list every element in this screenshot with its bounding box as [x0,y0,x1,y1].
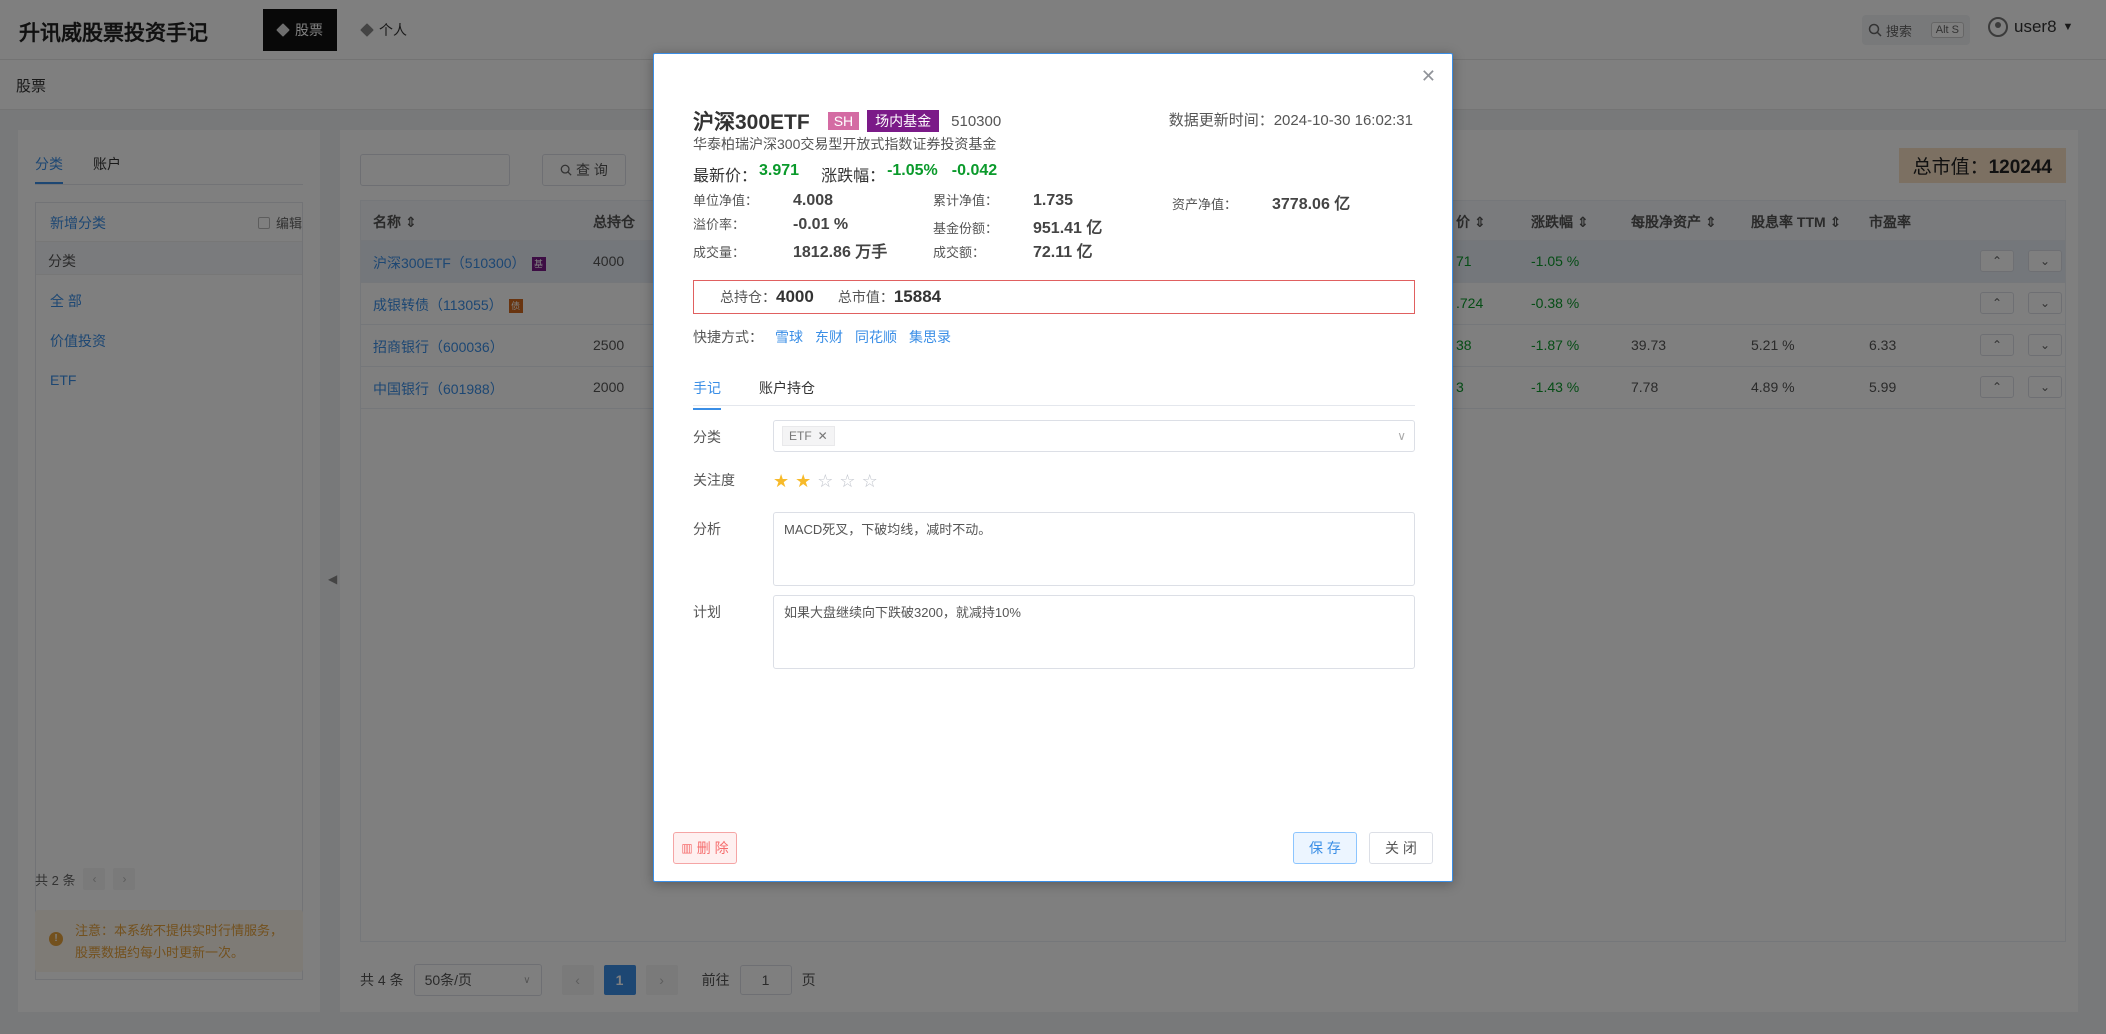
attention-rating[interactable]: ★ ★ ☆ ☆ ☆ [773,471,878,492]
analysis-label: 分析 [693,521,721,537]
plan-textarea[interactable]: 如果大盘继续向下跌破3200，就减持10% [773,595,1415,669]
stat-asset-nav: 资产净值： 3778.06 亿 [1172,196,1351,213]
change-amount: -0.042 [951,162,998,179]
quick-label: 快捷方式： [693,329,763,345]
star-icon[interactable]: ☆ [817,471,833,492]
tab-divider [693,405,1415,406]
chevron-down-icon: ∨ [1397,429,1406,443]
stat-shares: 基金份额： 951.41 亿 [933,220,1103,237]
link-jisilu[interactable]: 集思录 [909,327,951,347]
holding-summary: 总持仓：4000 总市值：15884 [693,280,1415,314]
market-badge: SH [827,112,860,130]
star-icon[interactable]: ☆ [862,471,878,492]
dialog-title: 沪深300ETF SH 场内基金 510300 [693,106,1001,136]
save-button[interactable]: 保 存 [1293,832,1357,864]
attention-label: 关注度 [693,472,735,488]
star-icon[interactable]: ★ [795,471,811,492]
price-label: 最新价： [693,168,758,185]
category-tag: ETF ✕ [782,426,835,446]
fund-full-name: 华泰柏瑞沪深300交易型开放式指数证券投资基金 [693,136,997,152]
fund-type-badge: 场内基金 [867,110,940,132]
delete-button[interactable]: ▥ 删 除 [673,832,737,864]
stat-turnover: 成交额： 72.11 亿 [933,244,1093,261]
change-label: 涨跌幅： [821,168,886,185]
holding-item: 总持仓：4000 [720,287,814,306]
star-icon[interactable]: ★ [773,471,789,492]
tag-close-icon[interactable]: ✕ [818,429,828,443]
close-button[interactable]: 关 闭 [1369,832,1433,864]
delete-label: 删 除 [696,840,729,856]
trash-icon: ▥ [681,841,693,855]
stock-detail-dialog: ✕ 沪深300ETF SH 场内基金 510300 数据更新时间：2024-10… [653,53,1453,882]
link-10jqka[interactable]: 同花顺 [855,327,897,347]
category-label: 分类 [693,429,721,445]
update-time: 数据更新时间：2024-10-30 16:02:31 [1168,112,1413,129]
link-xueqiu[interactable]: 雪球 [775,327,803,347]
market-value-item: 总市值：15884 [837,287,942,306]
stat-premium: 溢价率： -0.01 % [693,216,849,233]
stock-name: 沪深300ETF [693,111,810,134]
stat-cum-nav: 累计净值： 1.735 [933,192,1074,209]
link-eastmoney[interactable]: 东财 [815,327,843,347]
plan-label: 计划 [693,604,721,620]
quick-links: 快捷方式： 雪球 东财 同花顺 集思录 [693,327,951,347]
stat-volume: 成交量： 1812.86 万手 [693,244,888,261]
star-icon[interactable]: ☆ [839,471,855,492]
stock-code: 510300 [951,112,1002,130]
stat-unit-nav: 单位净值： 4.008 [693,192,834,209]
close-icon[interactable]: ✕ [1421,66,1436,87]
category-select[interactable]: ETF ✕ ∨ [773,420,1415,452]
latest-price: 3.971 [759,162,800,179]
analysis-textarea[interactable]: MACD死叉，下破均线，减时不动。 [773,512,1415,586]
change-percent: -1.05% [887,162,938,179]
price-line: 最新价： 3.971 涨跌幅： -1.05% -0.042 [693,162,997,186]
